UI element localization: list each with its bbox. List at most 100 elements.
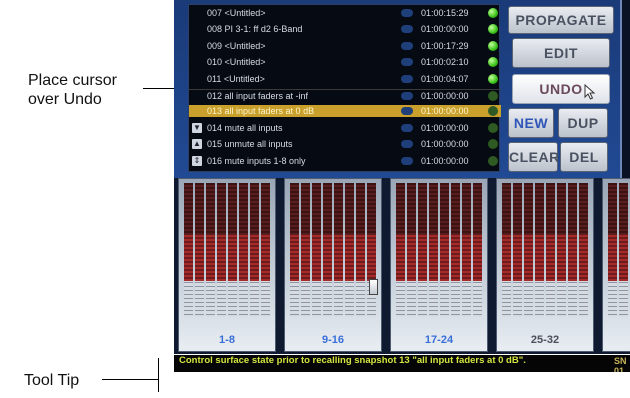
snapshot-scope-icon	[401, 58, 413, 67]
snapshot-row[interactable]: 010 <Untitled> 01:00:02:10	[189, 56, 501, 68]
channel-meter	[195, 183, 204, 317]
channel-select-strip[interactable]	[440, 279, 449, 317]
snapshot-row[interactable]: ▼ 014 mute all inputs 01:00:00:00	[189, 122, 501, 134]
fader-bank[interactable]	[602, 178, 630, 352]
snapshot-row[interactable]: 008 PI 3-1: ff d2 6-Band 01:00:00:00	[189, 23, 501, 35]
snapshot-list[interactable]: 007 <Untitled> 01:00:15:29 008 PI 3-1: ff …	[188, 4, 501, 172]
snapshot-name: 013 all input faders at 0 dB	[207, 106, 315, 117]
snapshot-timecode: 01:00:00:00	[421, 91, 469, 101]
channel-select-strip[interactable]	[228, 279, 237, 317]
bank-label: 17-24	[424, 334, 454, 346]
channel-select-strip[interactable]	[184, 279, 193, 317]
snapshot-row[interactable]: 013 all input faders at 0 dB 01:00:00:00	[189, 105, 501, 118]
channel-meter	[608, 183, 617, 317]
channel-meter	[619, 183, 628, 317]
channel-select-strip[interactable]	[407, 279, 416, 317]
channel-meter	[440, 183, 449, 317]
channel-select-strip[interactable]	[261, 279, 270, 317]
snapshot-scope-icon	[401, 140, 413, 149]
channel-select-strip[interactable]	[608, 279, 617, 317]
snapshot-row[interactable]: 007 <Untitled> 01:00:15:29	[189, 7, 501, 19]
tooltip-callout: Tool Tip	[24, 372, 80, 389]
channel-select-strip[interactable]	[513, 279, 522, 317]
tooltip-callout-bracket	[158, 358, 159, 392]
channel-meter	[546, 183, 555, 317]
scroll-arrow-icon[interactable]: ▼	[192, 122, 202, 133]
channel-select-strip[interactable]	[524, 279, 533, 317]
status-led-icon	[488, 8, 498, 18]
fader-bank-area: 1-8 9-16 17-24 25-32	[174, 178, 630, 354]
channel-select-strip[interactable]	[250, 279, 259, 317]
channel-select-strip[interactable]	[206, 279, 215, 317]
channel-select-strip[interactable]	[334, 279, 343, 317]
channel-select-strip[interactable]	[239, 279, 248, 317]
scroll-arrow-icon[interactable]: ▲	[192, 139, 202, 150]
channel-select-strip[interactable]	[418, 279, 427, 317]
snapshot-row[interactable]: 011 <Untitled> 01:00:04:07	[189, 73, 501, 85]
channel-select-strip[interactable]	[557, 279, 566, 317]
channel-meter	[524, 183, 533, 317]
channel-select-strip[interactable]	[451, 279, 460, 317]
tooltip-side-label: SN	[614, 356, 627, 366]
snapshot-name: 009 <Untitled>	[207, 40, 266, 51]
channel-select-strip[interactable]	[356, 279, 365, 317]
snapshot-timecode: 01:00:00:00	[421, 24, 469, 35]
snapshot-timecode: 01:00:15:29	[421, 8, 469, 18]
snapshot-row[interactable]: ⇕ 016 mute inputs 1-8 only 01:00:00:00	[189, 155, 501, 167]
channel-meter	[396, 183, 405, 317]
channel-select-strip[interactable]	[396, 279, 405, 317]
channel-select-strip[interactable]	[217, 279, 226, 317]
channel-meter	[250, 183, 259, 317]
fader-bank[interactable]: 17-24	[390, 178, 488, 352]
channel-select-strip[interactable]	[619, 279, 628, 317]
channel-select-strip[interactable]	[535, 279, 544, 317]
fader-bank[interactable]: 1-8	[178, 178, 276, 352]
status-led-icon	[488, 24, 498, 35]
channel-select-strip[interactable]	[323, 279, 332, 317]
channel-select-strip[interactable]	[546, 279, 555, 317]
channel-select-strip[interactable]	[290, 279, 299, 317]
channel-select-strip[interactable]	[195, 279, 204, 317]
snapshot-scope-icon	[401, 92, 413, 100]
channel-select-strip[interactable]	[345, 279, 354, 317]
status-led-icon	[488, 155, 498, 166]
fader-cap-icon[interactable]	[369, 279, 378, 295]
channel-meter	[429, 183, 438, 317]
clear-button[interactable]: CLEAR	[508, 142, 559, 172]
fader-bank[interactable]: 25-32	[496, 178, 594, 352]
channel-meter	[239, 183, 248, 317]
channel-select-strip[interactable]	[301, 279, 310, 317]
channel-meter	[301, 183, 310, 317]
edit-button[interactable]: EDIT	[512, 38, 610, 68]
channel-select-strip[interactable]	[473, 279, 482, 317]
channel-select-strip[interactable]	[568, 279, 577, 317]
channel-meter	[418, 183, 427, 317]
snapshot-scope-icon	[401, 123, 413, 132]
meter-group	[184, 183, 272, 317]
tooltip-side-readout: SN 01	[614, 356, 627, 372]
new-button[interactable]: NEW	[508, 108, 554, 138]
fader-bank[interactable]: 9-16	[284, 178, 382, 352]
channel-meter	[261, 183, 270, 317]
status-led-icon	[488, 122, 498, 133]
channel-select-strip[interactable]	[312, 279, 321, 317]
snapshot-row[interactable]: ▲ 015 unmute all inputs 01:00:00:00	[189, 138, 501, 150]
snapshot-row[interactable]: 012 all input faders at -inf 01:00:00:00	[189, 89, 501, 101]
dup-button[interactable]: DUP	[558, 108, 608, 138]
channel-meter	[184, 183, 193, 317]
propagate-button[interactable]: PROPAGATE	[508, 6, 614, 34]
cursor-callout: Place cursor over Undo	[28, 71, 117, 109]
snapshot-row[interactable]: 009 <Untitled> 01:00:17:29	[189, 40, 501, 52]
channel-meter	[217, 183, 226, 317]
scroll-arrow-icon[interactable]: ⇕	[192, 155, 202, 166]
channel-select-strip[interactable]	[502, 279, 511, 317]
snapshot-scope-icon	[401, 41, 413, 50]
del-button[interactable]: DEL	[560, 142, 608, 172]
channel-meter	[312, 183, 321, 317]
channel-select-strip[interactable]	[462, 279, 471, 317]
snapshot-scope-icon	[401, 25, 413, 34]
channel-select-strip[interactable]	[579, 279, 588, 317]
bank-label: 1-8	[219, 334, 235, 346]
channel-meter	[334, 183, 343, 317]
channel-select-strip[interactable]	[429, 279, 438, 317]
